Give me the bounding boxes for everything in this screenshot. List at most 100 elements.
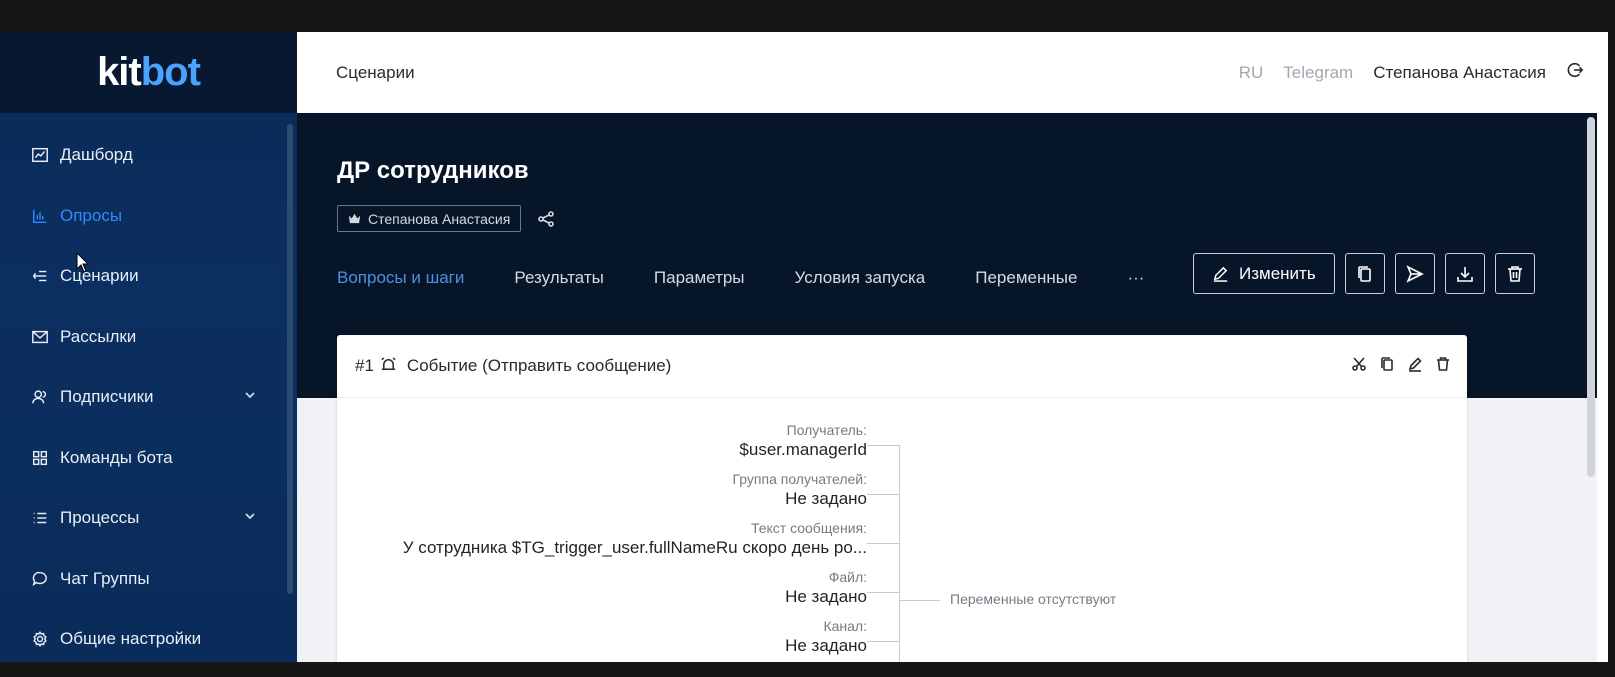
copy-icon (1357, 265, 1371, 282)
sidebar-item-scenarios[interactable]: Сценарии (0, 246, 297, 307)
chat-icon (30, 569, 50, 589)
tab-more[interactable]: ··· (1127, 268, 1144, 288)
chevron-down-icon[interactable] (243, 508, 257, 528)
owner-name: Степанова Анастасия (368, 210, 511, 227)
sidebar-item-processes[interactable]: Процессы (0, 488, 297, 549)
top-bar: Сценарии RU Telegram Степанова Анастасия (297, 32, 1608, 113)
send-icon (1406, 264, 1424, 283)
sidebar: kitbot Дашборд Опросы Сценарии Рассылки … (0, 32, 297, 662)
chevron-down-icon[interactable] (243, 387, 257, 407)
sidebar-item-chat-groups[interactable]: Чат Группы (0, 549, 297, 610)
users-icon (30, 387, 50, 407)
sidebar-item-label: Общие настройки (60, 629, 202, 649)
step-tools (1351, 356, 1451, 377)
mouse-cursor-icon (76, 252, 90, 273)
tab-variables[interactable]: Переменные (975, 268, 1077, 288)
language-switch[interactable]: RU (1239, 63, 1264, 83)
tab-questions-steps[interactable]: Вопросы и шаги (337, 268, 464, 288)
step-title: Событие (Отправить сообщение) (406, 356, 672, 375)
sidebar-item-label: Процессы (60, 508, 140, 528)
param-recipient: Получатель: $user.managerId (739, 421, 867, 461)
owner-badge[interactable]: Степанова Анастасия (337, 205, 522, 232)
mail-icon (30, 327, 50, 347)
tree-branch (867, 641, 900, 642)
tab-parameters[interactable]: Параметры (654, 268, 745, 288)
param-value: У сотрудника $TG_trigger_user.fullNameRu… (402, 538, 867, 557)
main-content: ДР сотрудников Степанова Анастасия Вопро… (297, 113, 1597, 662)
logo: kitbot (97, 50, 201, 95)
param-label: Группа получателей: (732, 471, 867, 487)
trash-icon (1507, 265, 1522, 282)
trash-icon[interactable] (1435, 356, 1451, 377)
main-scrollbar[interactable] (1587, 117, 1595, 477)
tabs: Вопросы и шаги Результаты Параметры Усло… (337, 268, 1144, 288)
tab-launch-conditions[interactable]: Условия запуска (795, 268, 926, 288)
param-label: Получатель: (786, 422, 867, 438)
param-value: Не задано (785, 489, 867, 508)
param-channel: Канал: Не задано (785, 617, 867, 657)
tree-branch (867, 445, 900, 446)
grid-icon (30, 448, 50, 468)
param-label: Файл: (828, 569, 867, 585)
scenario-icon (30, 266, 50, 286)
tree-branch (867, 543, 900, 544)
sidebar-item-label: Опросы (60, 205, 123, 225)
sidebar-scrollbar[interactable] (287, 124, 293, 594)
scissors-icon[interactable] (1351, 356, 1367, 377)
tree-branch (900, 600, 940, 601)
param-label: Канал: (823, 618, 867, 634)
sidebar-item-label: Чат Группы (60, 568, 150, 588)
app-window: kitbot Дашборд Опросы Сценарии Рассылки … (0, 32, 1608, 662)
gear-icon (30, 629, 50, 649)
sidebar-item-label: Команды бота (60, 447, 173, 467)
pencil-icon[interactable] (1407, 356, 1423, 377)
page-title: ДР сотрудников (337, 157, 529, 184)
alarm-icon (380, 354, 407, 378)
tab-results[interactable]: Результаты (514, 268, 604, 288)
no-variables-text: Переменные отсутствуют (950, 591, 1117, 607)
sidebar-item-label: Дашборд (60, 145, 133, 165)
edit-button-label: Изменить (1239, 263, 1316, 283)
param-recipient-group: Группа получателей: Не задано (732, 470, 867, 510)
param-message-text: Текст сообщения: У сотрудника $TG_trigge… (403, 519, 867, 559)
sidebar-item-label: Подписчики (60, 387, 154, 407)
sidebar-item-label: Сценарии (60, 266, 139, 286)
tree-connector (899, 445, 900, 662)
logo-area[interactable]: kitbot (0, 32, 297, 113)
sidebar-item-dashboard[interactable]: Дашборд (0, 125, 297, 186)
delete-button[interactable] (1494, 253, 1535, 294)
platform-switch[interactable]: Telegram (1283, 63, 1353, 83)
top-bar-right: RU Telegram Степанова Анастасия (1239, 61, 1584, 84)
param-value: $user.managerId (739, 440, 867, 459)
share-icon[interactable] (537, 210, 555, 228)
sidebar-item-surveys[interactable]: Опросы (0, 186, 297, 247)
step-card: #1 Событие (Отправить сообщение) Получат… (337, 335, 1467, 662)
pencil-icon (1213, 266, 1228, 282)
edit-button[interactable]: Изменить (1193, 253, 1335, 294)
sidebar-item-mailings[interactable]: Рассылки (0, 307, 297, 368)
bar-chart-icon (30, 206, 50, 226)
copy-icon[interactable] (1379, 356, 1395, 377)
param-value: Не задано (785, 636, 867, 655)
param-value: Не задано (785, 587, 867, 606)
sidebar-item-settings[interactable]: Общие настройки (0, 609, 297, 662)
sidebar-item-bot-commands[interactable]: Команды бота (0, 428, 297, 489)
chart-line-icon (30, 145, 50, 165)
logout-icon[interactable] (1566, 61, 1584, 84)
list-icon (30, 508, 50, 528)
step-card-header: #1 Событие (Отправить сообщение) (337, 335, 1467, 398)
user-name[interactable]: Степанова Анастасия (1373, 63, 1546, 83)
step-number: #1 (355, 356, 374, 375)
logo-text-right: bot (140, 50, 201, 94)
tree-branch (867, 592, 900, 593)
param-file: Файл: Не задано (785, 568, 867, 608)
copy-button[interactable] (1344, 253, 1385, 294)
download-icon (1456, 266, 1473, 282)
download-button[interactable] (1444, 253, 1485, 294)
tree-branch (867, 494, 900, 495)
sidebar-item-label: Рассылки (60, 326, 137, 346)
send-button[interactable] (1394, 253, 1435, 294)
sidebar-item-subscribers[interactable]: Подписчики (0, 367, 297, 428)
crown-icon (348, 213, 361, 224)
breadcrumb[interactable]: Сценарии (336, 63, 415, 83)
